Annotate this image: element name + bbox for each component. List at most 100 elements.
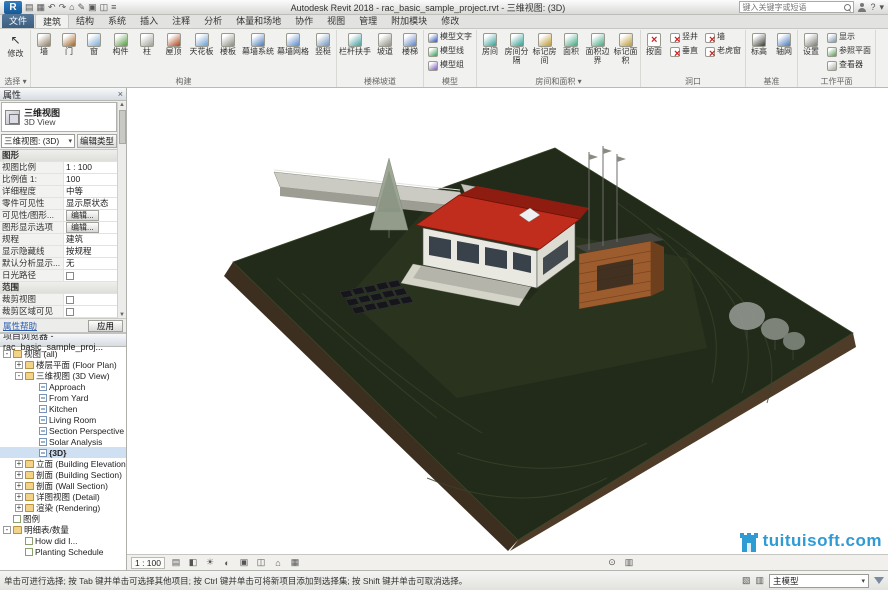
- worksets-icon[interactable]: ▧: [742, 575, 751, 586]
- panel-label-build[interactable]: 构建: [32, 76, 335, 87]
- tree-node-elevation[interactable]: +立面 (Building Elevation): [0, 458, 126, 469]
- drawing-area[interactable]: tuituisoft.com: [127, 88, 888, 554]
- vertical-opening-button[interactable]: 垂直: [667, 45, 701, 58]
- edit-button[interactable]: 编辑...: [66, 222, 99, 233]
- properties-scrollbar[interactable]: ▲▼: [117, 102, 126, 318]
- dormer-opening-button[interactable]: 老虎窗: [702, 45, 744, 58]
- set-work-plane-button[interactable]: 设置: [799, 31, 823, 73]
- design-option-combo[interactable]: 主模型 ▾: [769, 574, 869, 588]
- tab-modify[interactable]: 修改: [434, 14, 466, 28]
- tag-room-button[interactable]: 标记房间: [531, 31, 558, 73]
- tab-manage[interactable]: 管理: [352, 14, 384, 28]
- tree-node-section-perspective[interactable]: Section Perspective: [0, 425, 126, 436]
- section-extents[interactable]: 范围: [0, 282, 117, 294]
- detail-level-icon[interactable]: ▤: [170, 557, 182, 568]
- prop-row-discipline[interactable]: 规程建筑: [0, 234, 117, 246]
- room-button[interactable]: 房间: [478, 31, 502, 73]
- model-text-button[interactable]: 模型文字: [425, 31, 475, 44]
- panel-label-circulation[interactable]: 楼梯坡道: [338, 76, 422, 87]
- tree-node-wall-section[interactable]: +剖面 (Wall Section): [0, 480, 126, 491]
- viewer-button[interactable]: 查看器: [824, 59, 874, 72]
- prop-row-detail-level[interactable]: 详细程度中等: [0, 186, 117, 198]
- tree-expander[interactable]: +: [15, 460, 23, 468]
- tab-addins[interactable]: 附加模块: [384, 14, 434, 28]
- tree-expander[interactable]: -: [3, 526, 11, 534]
- wall-opening-button[interactable]: 墙: [702, 31, 744, 44]
- properties-header[interactable]: 属性 ×: [0, 88, 126, 101]
- annotate-icon[interactable]: ✎: [78, 1, 86, 14]
- app-menu-button[interactable]: R: [4, 1, 22, 14]
- tree-node-solar-analysis[interactable]: Solar Analysis: [0, 436, 126, 447]
- mullion-button[interactable]: 竖梃: [311, 31, 335, 73]
- curtain-grid-button[interactable]: 幕墙网格: [276, 31, 310, 73]
- tab-collaborate[interactable]: 协作: [288, 14, 320, 28]
- redo-icon[interactable]: ↷: [59, 1, 67, 14]
- curtain-system-button[interactable]: 幕墙系统: [241, 31, 275, 73]
- stair-button[interactable]: 楼梯: [398, 31, 422, 73]
- modify-button[interactable]: ↖ 修改: [2, 31, 29, 73]
- help-menu-arrow-icon[interactable]: ▾: [879, 2, 884, 13]
- scroll-thumb[interactable]: [119, 110, 126, 144]
- tree-node-how-did-i[interactable]: How did I...: [0, 535, 126, 546]
- 3d-view[interactable]: [127, 88, 888, 554]
- door-button[interactable]: 门: [57, 31, 81, 73]
- properties-help-link[interactable]: 属性帮助: [3, 320, 37, 332]
- roof-button[interactable]: 屋顶: [160, 31, 187, 73]
- level-button[interactable]: 标高: [747, 31, 771, 73]
- tree-expander[interactable]: +: [15, 361, 23, 369]
- prop-row-scale-value[interactable]: 比例值 1:100: [0, 174, 117, 186]
- column-button[interactable]: 柱: [135, 31, 159, 73]
- floor-button[interactable]: 楼板: [216, 31, 240, 73]
- tree-node-approach[interactable]: Approach: [0, 381, 126, 392]
- help-icon[interactable]: ?: [870, 2, 875, 12]
- reveal-hidden-icon[interactable]: ▦: [289, 557, 301, 568]
- filter-icon[interactable]: [874, 577, 884, 584]
- project-browser-header[interactable]: 项目浏览器 - rac_basic_sample_proj...: [0, 334, 126, 347]
- home-icon[interactable]: ⌂: [69, 1, 74, 14]
- prop-row-sun-path[interactable]: 日光路径: [0, 270, 117, 282]
- tree-node-detail[interactable]: +详图视图 (Detail): [0, 491, 126, 502]
- panel-label-work-plane[interactable]: 工作平面: [799, 76, 874, 87]
- ramp-button[interactable]: 坡道: [373, 31, 397, 73]
- panel-label-datum[interactable]: 基准: [747, 76, 796, 87]
- tree-node-living-room[interactable]: Living Room: [0, 414, 126, 425]
- search-icon[interactable]: [844, 4, 851, 11]
- scroll-down-icon[interactable]: ▼: [119, 312, 125, 318]
- tree-expander[interactable]: -: [15, 372, 23, 380]
- prop-row-crop-visible[interactable]: 裁剪区域可见: [0, 306, 117, 318]
- model-group-button[interactable]: 模型组: [425, 59, 475, 72]
- view-icon[interactable]: ◫: [100, 1, 109, 14]
- prop-row-graphic-display[interactable]: 图形显示选项编辑...: [0, 222, 117, 234]
- prop-row-view-scale[interactable]: 视图比例1 : 100: [0, 162, 117, 174]
- tab-analyze[interactable]: 分析: [197, 14, 229, 28]
- panel-label-model[interactable]: 模型: [425, 76, 475, 87]
- tree-node-views[interactable]: -视图 (all): [0, 348, 126, 359]
- tab-insert[interactable]: 插入: [133, 14, 165, 28]
- room-separator-button[interactable]: 房间分隔: [503, 31, 530, 73]
- prop-row-hidden-lines[interactable]: 显示隐藏线按规程: [0, 246, 117, 258]
- panel-label-select[interactable]: 选择 ▾: [2, 76, 29, 87]
- close-icon[interactable]: ×: [118, 89, 123, 99]
- grid-button[interactable]: 轴网: [772, 31, 796, 73]
- tree-node-kitchen[interactable]: Kitchen: [0, 403, 126, 414]
- prop-row-analysis-display[interactable]: 默认分析显示...无: [0, 258, 117, 270]
- type-selector[interactable]: 三维视图3D View: [1, 102, 117, 132]
- tab-systems[interactable]: 系统: [101, 14, 133, 28]
- design-options-icon[interactable]: ▥: [755, 575, 764, 586]
- prop-row-visibility-graphics[interactable]: 可见性/图形...编辑...: [0, 210, 117, 222]
- tree-node-schedules[interactable]: -明细表/数量: [0, 524, 126, 535]
- save-icon[interactable]: ▦: [37, 1, 46, 14]
- tag-area-button[interactable]: 标记面积: [612, 31, 639, 73]
- wall-button[interactable]: 墙: [32, 31, 56, 73]
- window-button[interactable]: 窗: [82, 31, 106, 73]
- tree-node-legends[interactable]: 图例: [0, 513, 126, 524]
- edit-type-button[interactable]: 编辑类型: [77, 134, 117, 148]
- search-input[interactable]: [742, 2, 842, 12]
- component-button[interactable]: 构件: [107, 31, 134, 73]
- model-line-button[interactable]: 模型线: [425, 45, 475, 58]
- view-scale-button[interactable]: 1 : 100: [131, 557, 165, 569]
- open-icon[interactable]: ▤: [25, 1, 34, 14]
- visual-style-icon[interactable]: ◧: [187, 557, 199, 568]
- opening-by-face-button[interactable]: 按面: [642, 31, 666, 73]
- tab-structure[interactable]: 结构: [69, 14, 101, 28]
